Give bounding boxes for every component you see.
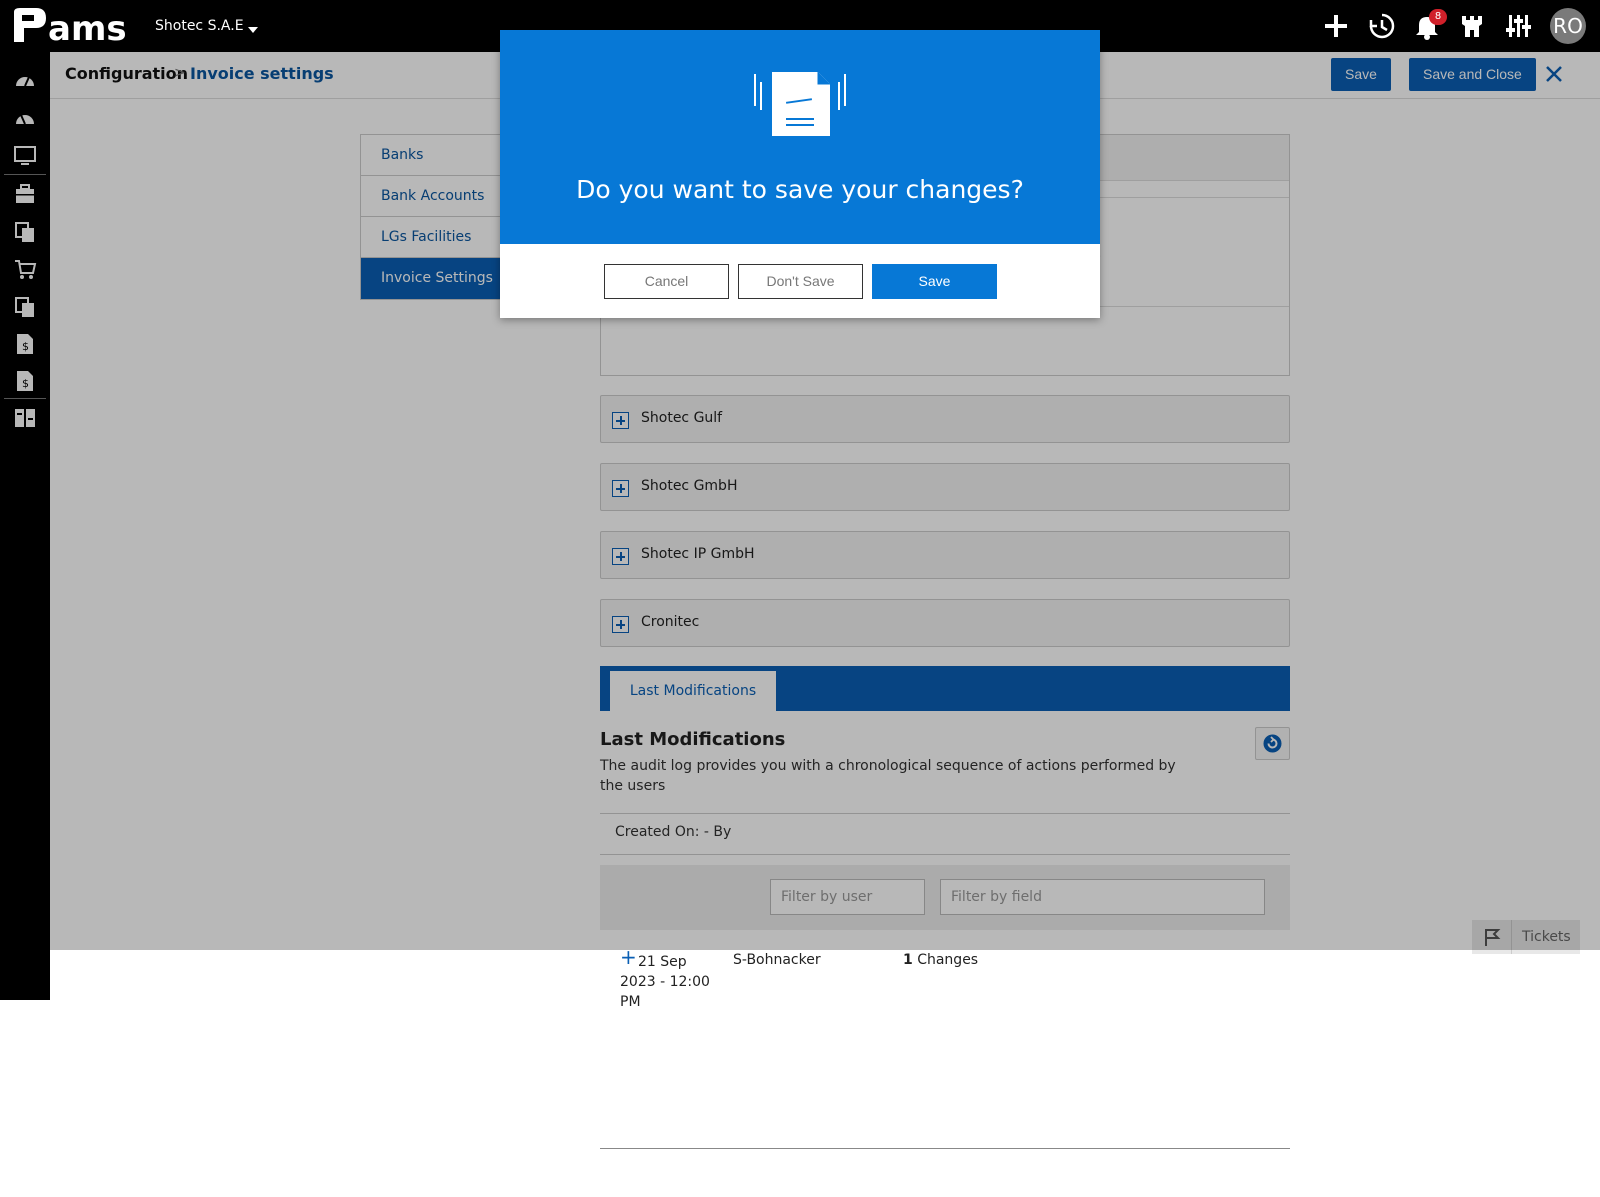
pams-logo[interactable]: ams xyxy=(10,6,132,46)
divider xyxy=(600,1148,1290,1149)
sliders-icon[interactable] xyxy=(1502,10,1534,42)
dialog-save-button[interactable]: Save xyxy=(872,264,997,299)
dont-save-button[interactable]: Don't Save xyxy=(738,264,863,299)
row-changes: 1 Changes xyxy=(903,952,978,968)
notification-badge: 8 xyxy=(1429,9,1447,25)
plus-icon[interactable] xyxy=(1320,10,1352,42)
user-avatar[interactable]: RO xyxy=(1550,8,1586,44)
changes-count: 1 xyxy=(903,952,913,968)
castle-icon[interactable] xyxy=(1456,10,1488,42)
history-icon[interactable] xyxy=(1366,10,1398,42)
row-user: S-Bohnacker xyxy=(733,952,821,968)
company-selector[interactable]: Shotec S.A.E xyxy=(155,18,244,34)
row-date: 21 Sep 2023 - 12:00 PM xyxy=(620,954,710,1010)
chevron-down-icon[interactable] xyxy=(248,27,258,33)
changes-label: Changes xyxy=(917,952,979,968)
document-icon xyxy=(754,72,846,136)
dialog-title: Do you want to save your changes? xyxy=(576,175,1024,204)
cancel-button[interactable]: Cancel xyxy=(604,264,729,299)
save-changes-dialog: Do you want to save your changes? Cancel… xyxy=(500,30,1100,318)
notifications[interactable]: 8 xyxy=(1411,9,1447,42)
dialog-header: Do you want to save your changes? xyxy=(500,30,1100,244)
svg-text:ams: ams xyxy=(48,9,127,46)
